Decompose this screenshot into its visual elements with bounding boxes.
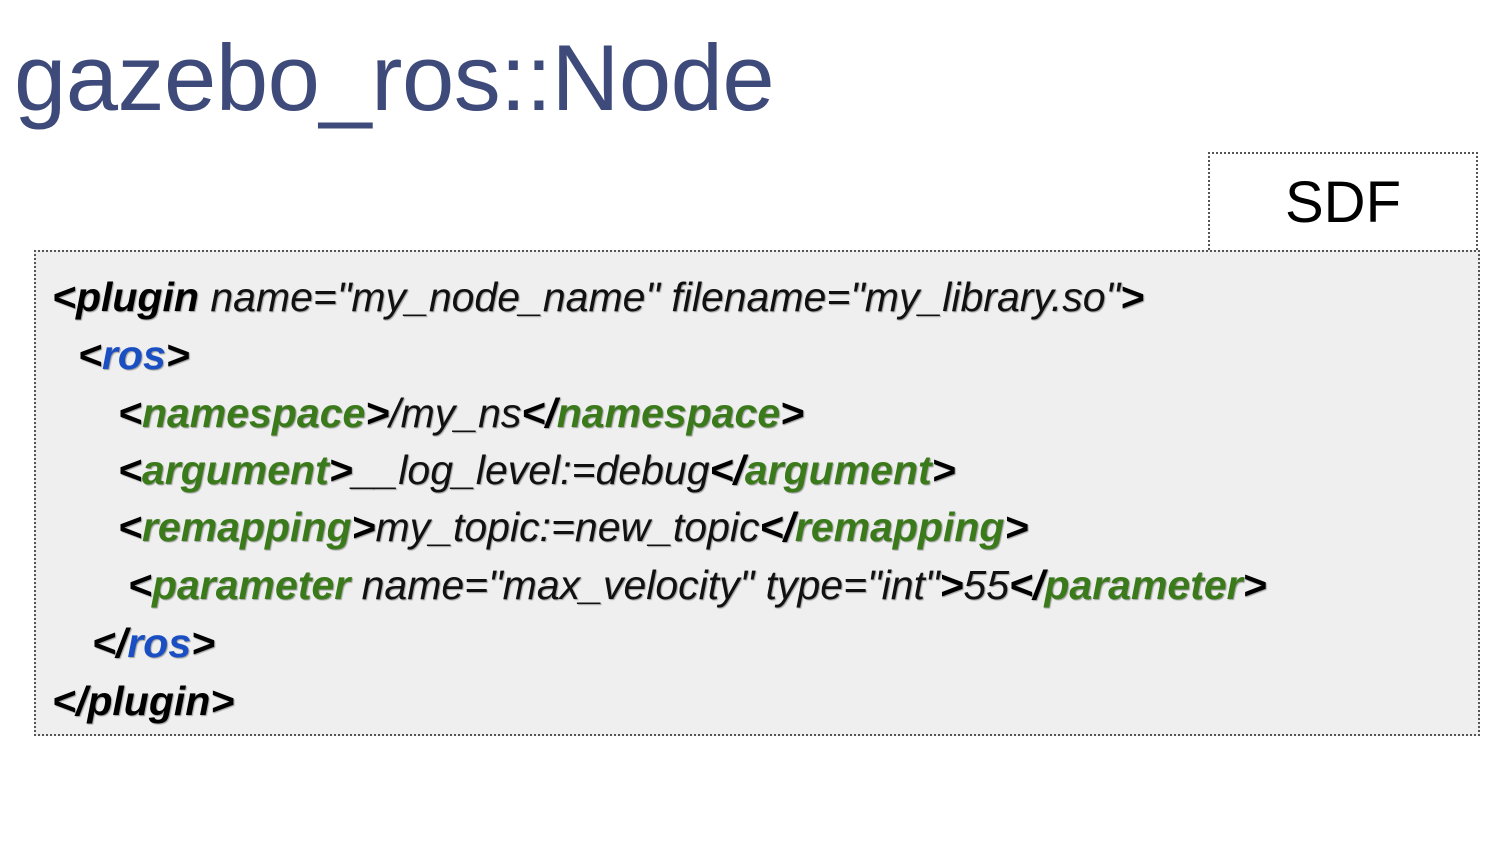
parameter-value: 55 xyxy=(963,562,1010,608)
namespace-tag-name: namespace xyxy=(141,390,366,436)
bracket: < xyxy=(118,447,142,493)
bracket: < xyxy=(128,562,152,608)
bracket: </ xyxy=(52,678,88,724)
bracket: </ xyxy=(1009,562,1045,608)
plugin-tag-name: plugin xyxy=(87,678,211,724)
bracket: > xyxy=(210,678,235,724)
code-line-ros-close: </ros> xyxy=(92,618,215,668)
sdf-code-block: <plugin name="my_node_name" filename="my… xyxy=(34,250,1480,736)
bracket: > xyxy=(931,447,956,493)
bracket: < xyxy=(118,390,142,436)
code-line-namespace: <namespace>/my_ns</namespace> xyxy=(118,388,804,438)
argument-tag-name: argument xyxy=(744,447,932,493)
code-line-argument: <argument>__log_level:=debug</argument> xyxy=(118,445,956,495)
remapping-tag-name: remapping xyxy=(794,504,1005,550)
remapping-value: my_topic:=new_topic xyxy=(375,504,760,550)
code-line-remapping: <remapping>my_topic:=new_topic</remappin… xyxy=(118,502,1028,552)
namespace-tag-name: namespace xyxy=(556,390,781,436)
bracket: < xyxy=(52,274,76,320)
bracket: < xyxy=(78,332,102,378)
bracket: > xyxy=(365,390,390,436)
namespace-value: /my_ns xyxy=(389,390,522,436)
bracket: > xyxy=(1242,562,1267,608)
bracket: > xyxy=(165,332,190,378)
slide-title: gazebo_ros::Node xyxy=(14,25,775,130)
plugin-tag-name: plugin xyxy=(75,274,199,320)
remapping-tag-name: remapping xyxy=(141,504,352,550)
bracket: > xyxy=(351,504,376,550)
argument-value: __log_level:=debug xyxy=(352,447,710,493)
sdf-label-tab: SDF xyxy=(1208,152,1478,250)
ros-tag-name: ros xyxy=(101,332,166,378)
plugin-attributes: name="my_node_name" filename="my_library… xyxy=(198,274,1121,320)
bracket: </ xyxy=(759,504,795,550)
code-line-ros-open: <ros> xyxy=(78,330,190,380)
bracket: > xyxy=(780,390,805,436)
bracket: > xyxy=(1004,504,1029,550)
bracket: </ xyxy=(709,447,745,493)
parameter-tag-name: parameter xyxy=(151,562,351,608)
argument-tag-name: argument xyxy=(141,447,329,493)
bracket: > xyxy=(1120,274,1145,320)
bracket: </ xyxy=(521,390,557,436)
bracket: > xyxy=(328,447,353,493)
ros-tag-name: ros xyxy=(127,620,192,666)
parameter-attributes: name="max_velocity" type="int" xyxy=(350,562,940,608)
bracket: < xyxy=(118,504,142,550)
code-line-parameter: <parameter name="max_velocity" type="int… xyxy=(128,560,1267,610)
parameter-tag-name: parameter xyxy=(1044,562,1243,608)
code-line-plugin-close: </plugin> xyxy=(52,676,234,726)
code-line-plugin-open: <plugin name="my_node_name" filename="my… xyxy=(52,272,1144,322)
bracket: > xyxy=(939,562,964,608)
bracket: </ xyxy=(92,620,128,666)
bracket: > xyxy=(191,620,216,666)
